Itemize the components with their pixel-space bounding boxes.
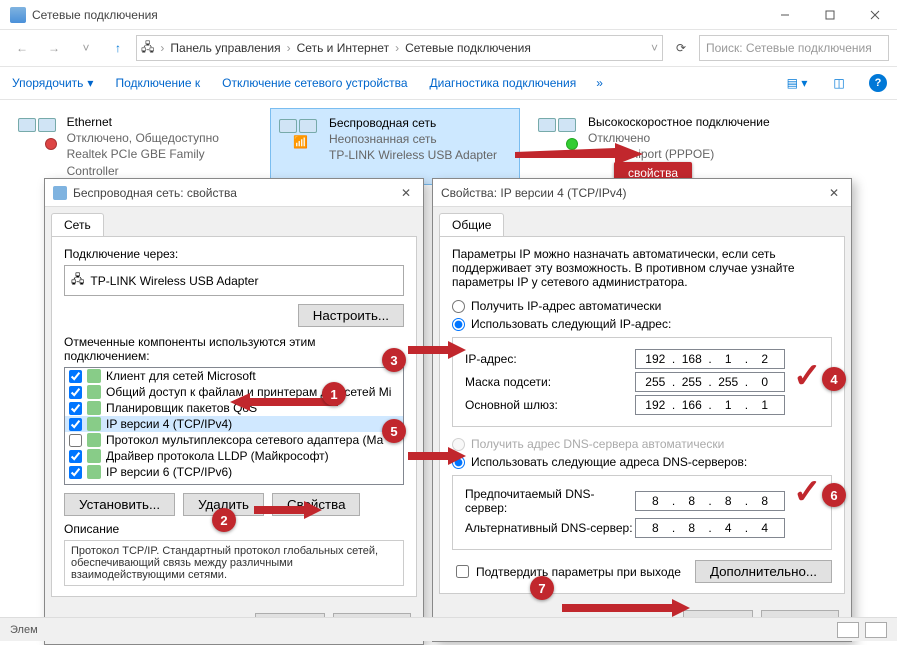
dialog-title: Беспроводная сеть: свойства [73, 186, 397, 200]
component-icon [87, 465, 101, 479]
connection-item-wireless[interactable]: 📶 Беспроводная сетьНеопознанная сетьTP-L… [270, 108, 520, 185]
app-icon [10, 7, 26, 23]
breadcrumb-segment[interactable]: Сеть и Интернет [297, 41, 389, 55]
gateway-field[interactable]: 192.166.1.1 [635, 395, 785, 415]
component-row-ipv4: IP версии 4 (TCP/IPv4) [65, 416, 403, 432]
forward-button[interactable]: → [40, 34, 68, 62]
install-button[interactable]: Установить... [64, 493, 175, 516]
component-row: Общий доступ к файлам и принтерам для се… [65, 384, 403, 400]
intro-text: Параметры IP можно назначать автоматичес… [452, 247, 832, 289]
component-icon [87, 417, 101, 431]
radio-dns-manual[interactable]: Использовать следующие адреса DNS-сервер… [452, 455, 832, 469]
dns-alternate-field[interactable]: 8.8.4.4 [635, 518, 785, 538]
tab-general[interactable]: Общие [439, 213, 504, 236]
component-icon [87, 369, 101, 383]
minimize-button[interactable] [762, 0, 807, 30]
description-title: Описание [64, 522, 404, 536]
organize-menu[interactable]: Упорядочить ▾ [10, 72, 95, 94]
view-tiles-icon[interactable] [837, 622, 859, 638]
status-text: Элем [10, 624, 38, 636]
breadcrumb-segment[interactable]: Сетевые подключения [405, 41, 531, 55]
breadcrumb[interactable]: 🖧› Панель управления› Сеть и Интернет› С… [136, 35, 663, 61]
radio-dns-auto: Получить адрес DNS-сервера автоматически [452, 437, 832, 451]
ip-block: IP-адрес:192.168.1.2 Маска подсети:255.2… [452, 337, 832, 427]
wireless-icon: 📶 [277, 115, 321, 151]
dialog-title: Свойства: IP версии 4 (TCP/IPv4) [441, 186, 825, 200]
chevron-down-icon: ▾ [87, 76, 93, 90]
description-body: Протокол TCP/IP. Стандартный протокол гл… [64, 540, 404, 586]
diagnose-button[interactable]: Диагностика подключения [428, 72, 579, 94]
connection-item-ethernet[interactable]: EthernetОтключено, ОбщедоступноRealtek P… [10, 108, 260, 185]
help-button[interactable]: ? [869, 74, 887, 92]
adapter-field[interactable]: 🖧TP-LINK Wireless USB Adapter [64, 265, 404, 296]
dns-preferred-field[interactable]: 8.8.8.8 [635, 491, 785, 511]
close-button[interactable] [852, 0, 897, 30]
adapter-properties-dialog: Беспроводная сеть: свойства✕ Сеть Подклю… [44, 178, 424, 645]
component-row: IP версии 6 (TCP/IPv6) [65, 464, 403, 480]
component-icon [87, 433, 101, 447]
properties-button[interactable]: Свойства [272, 493, 361, 516]
description-group: Описание Протокол TCP/IP. Стандартный пр… [64, 522, 404, 586]
components-label: Отмеченные компоненты используются этим … [64, 335, 404, 363]
component-icon [87, 449, 101, 463]
ethernet-icon [16, 114, 59, 150]
adapter-icon: 🖧 [71, 270, 84, 291]
connect-via-label: Подключение через: [64, 247, 404, 261]
close-icon[interactable]: ✕ [825, 186, 843, 200]
dns-block: Предпочитаемый DNS-сервер:8.8.8.8 Альтер… [452, 475, 832, 550]
close-icon[interactable]: ✕ [397, 186, 415, 200]
breadcrumb-segment[interactable]: Панель управления [170, 41, 280, 55]
tab-network[interactable]: Сеть [51, 213, 104, 236]
refresh-button[interactable]: ⟳ [667, 35, 695, 61]
ipv4-properties-dialog: Свойства: IP версии 4 (TCP/IPv4)✕ Общие … [432, 178, 852, 642]
component-icon [87, 401, 101, 415]
component-row: Планировщик пакетов QoS [65, 400, 403, 416]
back-button[interactable]: ← [8, 34, 36, 62]
details-pane-button[interactable]: ◫ [827, 71, 851, 95]
component-row: Протокол мультиплексора сетевого адаптер… [65, 432, 403, 448]
uninstall-button[interactable]: Удалить [183, 493, 264, 516]
search-input[interactable]: Поиск: Сетевые подключения [699, 35, 889, 61]
window-title: Сетевые подключения [32, 8, 762, 22]
dialog-icon [53, 186, 67, 200]
recent-button[interactable]: ˅ [72, 34, 100, 62]
view-details-icon[interactable] [865, 622, 887, 638]
broadband-icon [536, 114, 580, 150]
connect-to-button[interactable]: Подключение к [113, 72, 202, 94]
disable-device-button[interactable]: Отключение сетевого устройства [220, 72, 409, 94]
configure-button[interactable]: Настроить... [298, 304, 404, 327]
component-row: Драйвер протокола LLDP (Майкрософт) [65, 448, 403, 464]
component-icon [87, 385, 101, 399]
network-icon: 🖧 [141, 38, 154, 59]
radio-ip-auto[interactable]: Получить IP-адрес автоматически [452, 299, 832, 313]
command-bar: Упорядочить ▾ Подключение к Отключение с… [0, 67, 897, 100]
address-bar: ← → ˅ ↑ 🖧› Панель управления› Сеть и Инт… [0, 30, 897, 67]
radio-ip-manual[interactable]: Использовать следующий IP-адрес: [452, 317, 832, 331]
up-button[interactable]: ↑ [104, 34, 132, 62]
confirm-exit-checkbox[interactable]: Подтвердить параметры при выходе [452, 562, 681, 581]
ip-address-field[interactable]: 192.168.1.2 [635, 349, 785, 369]
subnet-mask-field[interactable]: 255.255.255.0 [635, 372, 785, 392]
advanced-button[interactable]: Дополнительно... [695, 560, 832, 583]
view-mode-button[interactable]: ▤ ▾ [785, 71, 809, 95]
maximize-button[interactable] [807, 0, 852, 30]
components-list[interactable]: Клиент для сетей Microsoft Общий доступ … [64, 367, 404, 485]
window-titlebar: Сетевые подключения [0, 0, 897, 30]
status-bar: Элем [0, 617, 897, 641]
component-row: Клиент для сетей Microsoft [65, 368, 403, 384]
